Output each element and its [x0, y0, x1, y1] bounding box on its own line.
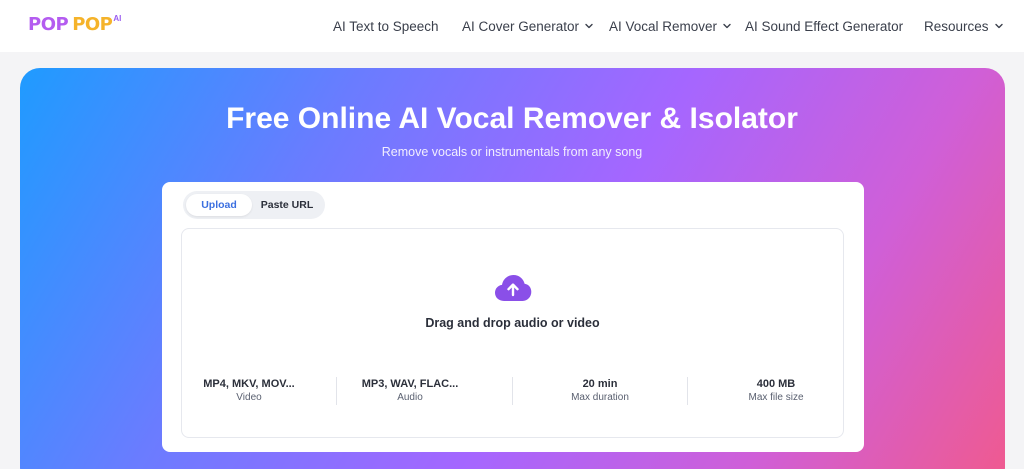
spec-audio: MP3, WAV, FLAC... Audio [340, 377, 480, 405]
cloud-upload-icon [495, 275, 532, 301]
nav-ai-text-to-speech[interactable]: AI Text to Speech [333, 17, 439, 35]
source-tabs: Upload Paste URL [183, 191, 325, 219]
spec-value: 400 MB [756, 378, 796, 390]
chevron-down-icon [723, 23, 731, 29]
nav-item-label: AI Vocal Remover [609, 18, 718, 34]
spec-label: Audio [397, 392, 423, 403]
tab-upload[interactable]: Upload [186, 194, 252, 216]
spec-value: MP3, WAV, FLAC... [361, 378, 459, 390]
poppop-logo[interactable]: POP POP AI [28, 14, 121, 36]
nav-ai-vocal-remover[interactable]: AI Vocal Remover [609, 17, 733, 35]
spec-label: Video [236, 392, 262, 403]
nav-item-label: AI Cover Generator [462, 18, 580, 34]
spec-max-duration: 20 min Max duration [530, 377, 670, 405]
file-dropzone[interactable]: Drag and drop audio or video MP4, MKV, M… [181, 228, 844, 438]
logo-ai-suffix: AI [113, 14, 122, 23]
nav-resources[interactable]: Resources [924, 17, 1005, 35]
top-navbar: POP POP AI AI Text to Speech AI Cover Ge… [0, 0, 1024, 52]
chevron-down-icon [994, 23, 1003, 29]
spec-label: Max file size [748, 392, 804, 403]
logo-word-1: POP [28, 14, 69, 35]
hero-title: Free Online AI Vocal Remover & Isolator [226, 102, 798, 135]
nav-item-label: Resources [924, 18, 989, 34]
upload-card: Upload Paste URL Drag and drop audio or … [162, 182, 864, 452]
nav-ai-cover-generator[interactable]: AI Cover Generator [462, 17, 595, 35]
tab-paste-url[interactable]: Paste URL [253, 194, 321, 216]
dropzone-instructions: Drag and drop audio or video [425, 316, 600, 330]
spec-divider [512, 377, 513, 405]
logo-word-2: POP [72, 14, 113, 35]
spec-max-file-size: 400 MB Max file size [706, 377, 846, 405]
spec-value: 20 min [582, 378, 618, 390]
spec-divider [336, 377, 337, 405]
spec-label: Max duration [571, 392, 629, 403]
spec-divider [687, 377, 688, 405]
hero-subtitle: Remove vocals or instrumentals from any … [381, 145, 643, 159]
spec-value: MP4, MKV, MOV... [203, 378, 295, 390]
nav-item-label: AI Text to Speech [333, 18, 439, 34]
chevron-down-icon [585, 23, 593, 29]
nav-item-label: AI Sound Effect Generator [745, 18, 904, 34]
spec-video: MP4, MKV, MOV... Video [179, 377, 319, 405]
nav-ai-sound-effect-generator[interactable]: AI Sound Effect Generator [745, 17, 903, 35]
